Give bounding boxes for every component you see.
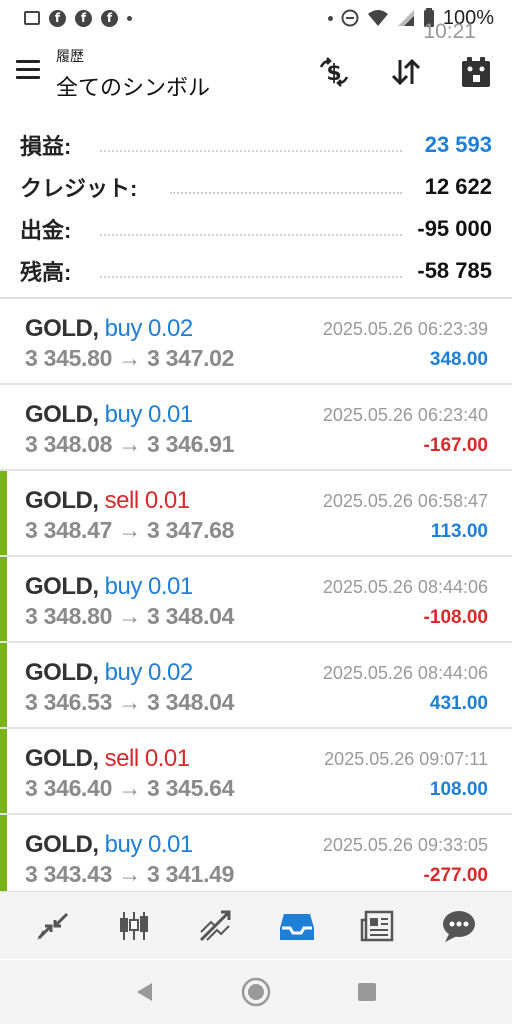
trade-prices: 3 348.47 → 3 347.68 xyxy=(25,517,235,543)
trade-row[interactable]: GOLD, buy 0.02 3 345.80 → 3 347.02 2025.… xyxy=(0,299,512,385)
trade-time: 2025.05.26 08:44:06 xyxy=(322,577,488,597)
trade-profit: 113.00 xyxy=(430,521,488,542)
trade-side: buy 0.02 xyxy=(104,315,194,342)
facebook-icon: f xyxy=(101,9,118,27)
home-icon[interactable] xyxy=(236,972,276,1012)
trade-time: 2025.05.26 06:23:40 xyxy=(322,405,488,425)
trade-time: 2025.05.26 09:33:05 xyxy=(322,835,488,855)
trade-row[interactable]: GOLD, sell 0.01 3 348.47 → 3 347.68 2025… xyxy=(0,471,512,557)
trade-icon[interactable] xyxy=(29,902,77,950)
trade-prices: 3 343.43 → 3 341.49 xyxy=(25,861,235,887)
system-navigation xyxy=(0,960,512,1024)
summary-value: -95 000 xyxy=(409,216,492,242)
status-bar: 10:21 f f f 100% xyxy=(0,0,512,43)
gallery-icon xyxy=(24,11,40,25)
trade-prices: 3 348.80 → 3 348.04 xyxy=(25,603,235,629)
dollar-exchange-icon[interactable]: $ xyxy=(314,52,354,92)
summary-label: クレジット: xyxy=(20,171,146,203)
notification-dot-icon xyxy=(127,15,132,21)
app-header: 履歴 全てのシンボル $ xyxy=(0,40,512,102)
sort-icon[interactable] xyxy=(386,52,426,92)
trade-prices: 3 348.08 → 3 346.91 xyxy=(25,431,235,457)
history-icon[interactable] xyxy=(273,902,321,950)
back-icon[interactable] xyxy=(125,972,165,1012)
calendar-icon[interactable] xyxy=(456,52,496,92)
trade-symbol: GOLD, xyxy=(25,659,99,686)
trade-symbol: GOLD, xyxy=(25,401,99,428)
trade-row[interactable]: GOLD, buy 0.02 3 346.53 → 3 348.04 2025.… xyxy=(0,643,512,729)
trade-row[interactable]: GOLD, buy 0.01 3 348.80 → 3 348.04 2025.… xyxy=(0,557,512,643)
trade-side: sell 0.01 xyxy=(104,487,190,514)
summary-value: -58 785 xyxy=(409,258,492,284)
trade-profit: -108.00 xyxy=(423,607,488,628)
trade-prices: 3 346.53 → 3 348.04 xyxy=(25,689,235,715)
trade-symbol: GOLD, xyxy=(25,745,99,772)
trade-list[interactable]: GOLD, buy 0.02 3 345.80 → 3 347.02 2025.… xyxy=(0,299,512,891)
summary-label: 損益: xyxy=(20,129,80,161)
trade-side: buy 0.01 xyxy=(104,401,194,428)
trade-symbol: GOLD, xyxy=(25,315,99,342)
trade-side: buy 0.01 xyxy=(104,573,194,600)
summary-panel: 損益: 23 593 クレジット: 12 622 出金: -95 000 残高:… xyxy=(0,124,512,292)
trade-row[interactable]: GOLD, buy 0.01 3 348.08 → 3 346.91 2025.… xyxy=(0,385,512,471)
trade-side: sell 0.01 xyxy=(104,745,190,772)
trade-row[interactable]: GOLD, buy 0.01 3 343.43 → 3 341.49 2025.… xyxy=(0,815,512,891)
recents-icon[interactable] xyxy=(347,972,387,1012)
summary-value: 12 622 xyxy=(416,174,492,200)
summary-label: 出金: xyxy=(20,213,80,245)
summary-row-withdrawal: 出金: -95 000 xyxy=(0,208,512,250)
summary-label: 残高: xyxy=(20,255,80,287)
trade-prices: 3 345.80 → 3 347.02 xyxy=(25,345,235,371)
trade-profit: -277.00 xyxy=(423,865,488,886)
trade-time: 2025.05.26 06:23:39 xyxy=(322,319,488,339)
trade-profit: 431.00 xyxy=(429,693,488,714)
do-not-disturb-icon xyxy=(341,9,359,27)
trade-time: 2025.05.26 08:44:06 xyxy=(322,663,488,683)
chat-icon[interactable] xyxy=(435,902,483,950)
trade-time: 2025.05.26 09:07:11 xyxy=(324,749,488,769)
summary-row-profit: 損益: 23 593 xyxy=(0,124,512,166)
page-title[interactable]: 全てのシンボル xyxy=(56,70,210,102)
chart-icon[interactable] xyxy=(110,902,158,950)
notification-dot-icon xyxy=(327,15,333,21)
trade-symbol: GOLD, xyxy=(25,487,99,514)
news-icon[interactable] xyxy=(354,902,402,950)
trend-icon[interactable] xyxy=(191,902,239,950)
trade-profit: 108.00 xyxy=(429,779,488,800)
summary-value: 23 593 xyxy=(416,132,492,158)
trade-row[interactable]: GOLD, sell 0.01 3 346.40 → 3 345.64 2025… xyxy=(0,729,512,815)
trade-symbol: GOLD, xyxy=(25,573,99,600)
summary-row-credit: クレジット: 12 622 xyxy=(0,166,512,208)
trade-time: 2025.05.26 06:58:47 xyxy=(322,491,488,511)
trade-side: buy 0.01 xyxy=(104,831,194,858)
wifi-icon xyxy=(367,10,388,26)
trade-side: buy 0.02 xyxy=(104,659,194,686)
summary-row-balance: 残高: -58 785 xyxy=(0,250,512,292)
trade-profit: -167.00 xyxy=(423,435,488,456)
facebook-icon: f xyxy=(49,9,66,27)
trade-symbol: GOLD, xyxy=(25,831,99,858)
trade-profit: 348.00 xyxy=(429,349,488,370)
trade-prices: 3 346.40 → 3 345.64 xyxy=(25,775,235,801)
bottom-navigation xyxy=(0,891,512,959)
signal-icon xyxy=(397,10,414,26)
page-subtitle: 履歴 xyxy=(56,48,84,64)
menu-icon[interactable] xyxy=(16,60,40,79)
facebook-icon: f xyxy=(75,9,92,27)
